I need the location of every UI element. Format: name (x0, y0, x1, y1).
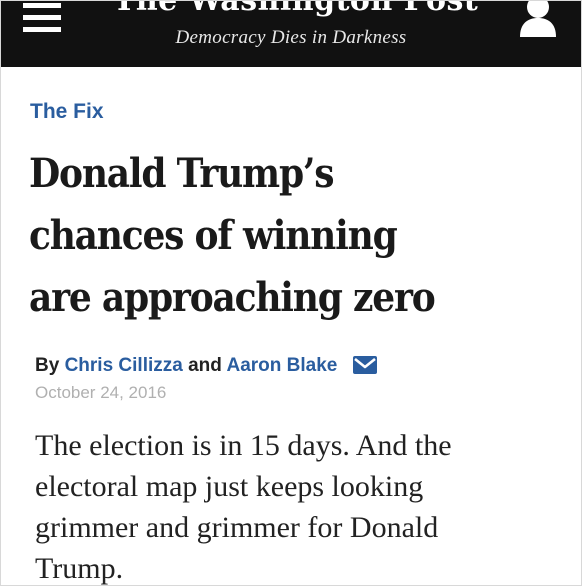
page-frame: The Washington Post Democracy Dies in Da… (0, 0, 582, 586)
headline-line: are approaching zero (29, 274, 436, 321)
author-link[interactable]: Chris Cillizza (65, 355, 183, 376)
section-label[interactable]: The Fix (30, 98, 104, 126)
site-tagline: Democracy Dies in Darkness (175, 27, 407, 48)
article-body: The election is in 15 days. And the elec… (35, 425, 555, 585)
envelope-icon[interactable] (352, 356, 377, 374)
user-account-icon[interactable] (517, 1, 559, 37)
byline-prefix: By (35, 355, 60, 376)
body-line: Trump. (35, 552, 124, 585)
body-line: The election is in 15 days. And the (35, 429, 452, 462)
byline: By Chris Cillizza and Aaron Blake (35, 353, 377, 379)
body-line: electoral map just keeps looking (35, 470, 424, 503)
masthead: The Washington Post Democracy Dies in Da… (1, 1, 581, 67)
body-line: grimmer and grimmer for Donald (35, 511, 439, 544)
menu-bar (23, 15, 61, 20)
author-link[interactable]: Aaron Blake (226, 355, 337, 376)
headline-line: Donald Trump’s (29, 150, 334, 197)
site-logo[interactable]: The Washington Post (113, 1, 478, 21)
byline-conjunction: and (188, 355, 222, 376)
menu-bar (23, 27, 61, 32)
menu-bar (23, 3, 61, 8)
hamburger-menu-icon[interactable] (23, 1, 63, 35)
publish-date: October 24, 2016 (35, 383, 167, 402)
headline-line: chances of winning (29, 212, 398, 259)
article-headline: Donald Trump’s chances of winning are ap… (29, 143, 559, 329)
